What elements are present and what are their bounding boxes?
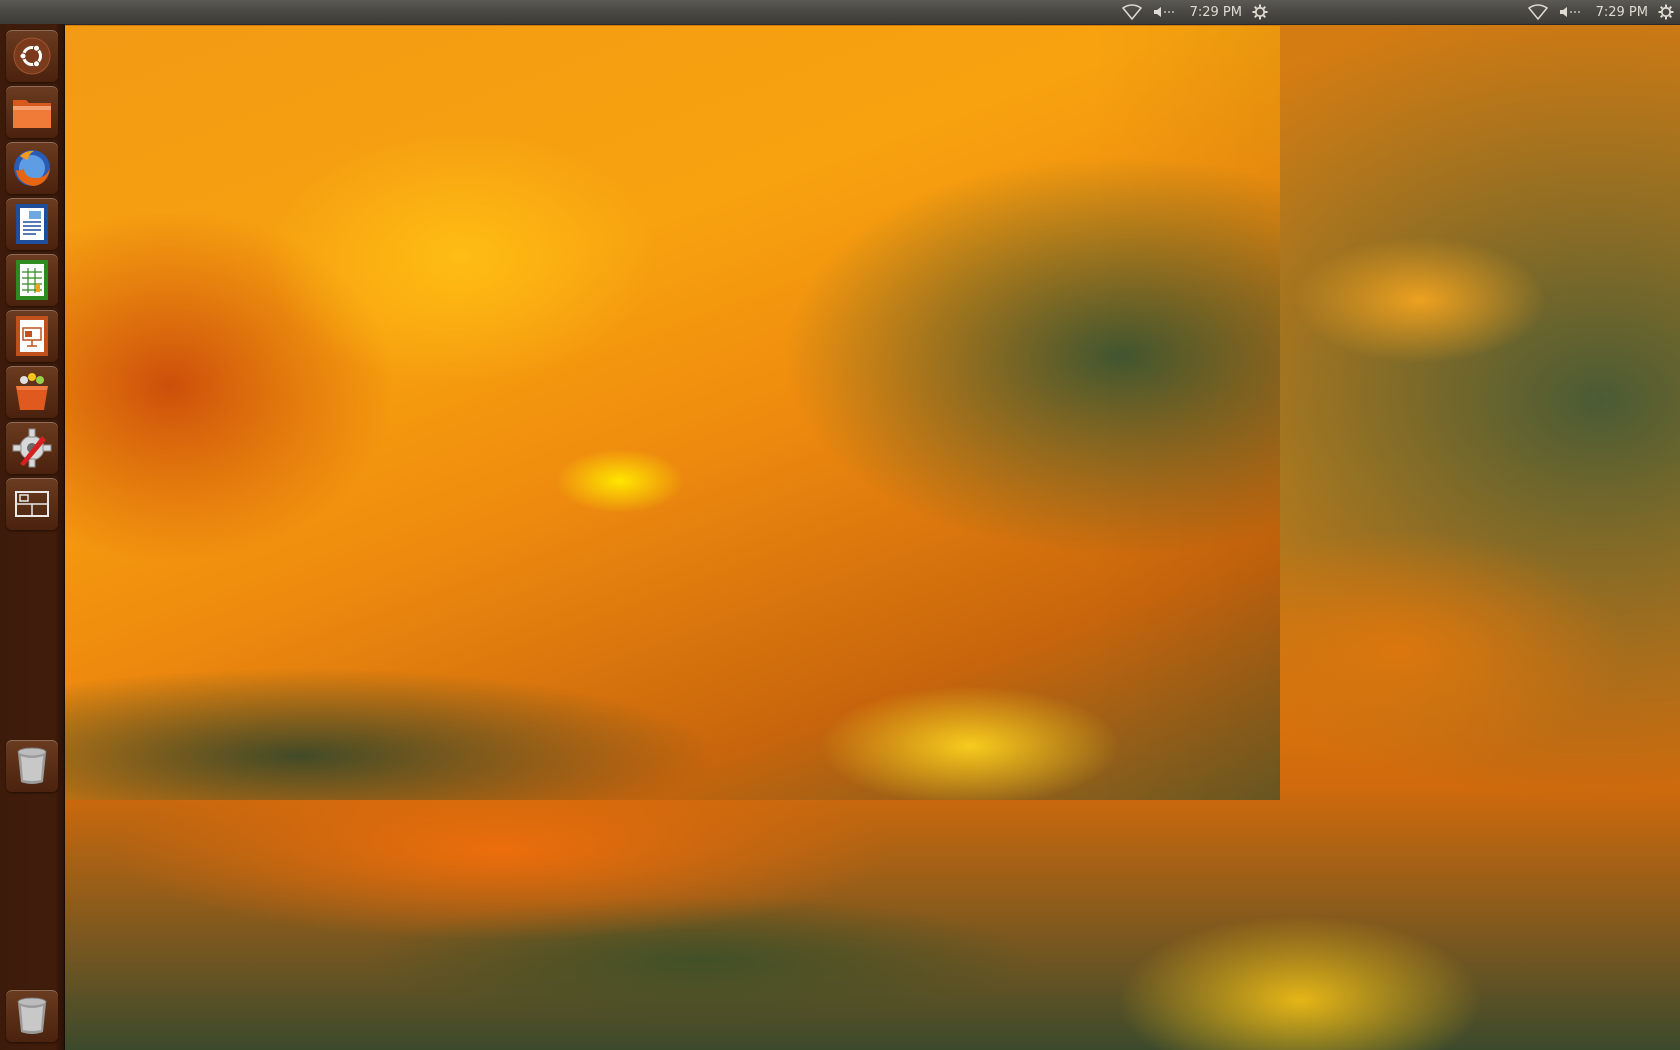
system-settings-icon bbox=[12, 428, 52, 468]
launcher-item-software-center[interactable] bbox=[6, 366, 58, 418]
clock[interactable]: 7:29 PM bbox=[1190, 5, 1242, 20]
libreoffice-writer-icon bbox=[16, 204, 48, 244]
desktop-wallpaper-primary bbox=[0, 26, 1280, 800]
launcher-item-firefox[interactable] bbox=[6, 142, 58, 194]
launcher-item-calc[interactable] bbox=[6, 254, 58, 306]
launcher-item-files[interactable] bbox=[6, 86, 58, 138]
wifi-icon[interactable] bbox=[1121, 0, 1142, 24]
workspace-switcher-icon bbox=[15, 491, 49, 517]
launcher-item-trash[interactable] bbox=[6, 740, 58, 792]
libreoffice-calc-icon bbox=[16, 260, 48, 300]
top-panel-secondary: 7:29 PM bbox=[1280, 0, 1680, 25]
volume-icon[interactable] bbox=[1558, 0, 1582, 24]
software-center-icon bbox=[16, 373, 48, 410]
launcher bbox=[0, 24, 65, 1050]
launcher-item-system-settings[interactable] bbox=[6, 422, 58, 474]
firefox-icon bbox=[14, 150, 50, 186]
trash-icon bbox=[17, 997, 47, 1034]
libreoffice-impress-icon bbox=[16, 316, 48, 356]
home-folder-icon bbox=[13, 100, 51, 128]
launcher-item-writer[interactable] bbox=[6, 198, 58, 250]
ubuntu-dash-icon bbox=[13, 37, 51, 75]
wifi-icon[interactable] bbox=[1527, 0, 1548, 24]
launcher-item-trash-secondary[interactable] bbox=[6, 990, 58, 1042]
top-panel-primary: 7:29 PM bbox=[0, 0, 1280, 25]
launcher-item-impress[interactable] bbox=[6, 310, 58, 362]
launcher-item-workspace-switcher[interactable] bbox=[6, 478, 58, 530]
trash-icon bbox=[17, 747, 47, 784]
session-gear-icon[interactable] bbox=[1658, 0, 1674, 24]
launcher-item-dash[interactable] bbox=[6, 30, 58, 82]
volume-icon[interactable] bbox=[1152, 0, 1176, 24]
session-gear-icon[interactable] bbox=[1252, 0, 1268, 24]
clock[interactable]: 7:29 PM bbox=[1596, 5, 1648, 20]
